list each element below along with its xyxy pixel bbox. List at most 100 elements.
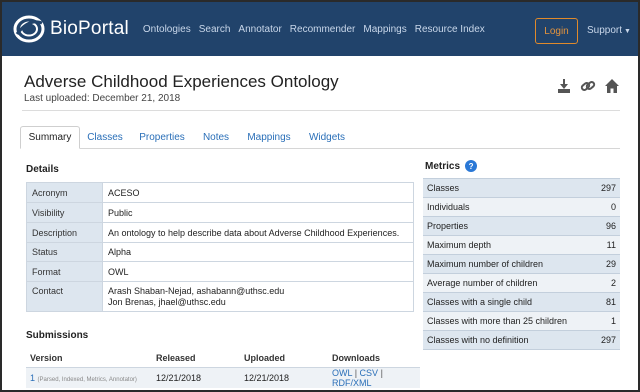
col-header-released: Released	[152, 350, 240, 368]
download-rdfxml-link[interactable]: RDF/XML	[332, 378, 372, 388]
nav-link-search[interactable]: Search	[199, 24, 231, 35]
metric-value: 81	[593, 292, 620, 312]
details-row: Acronym ACESO	[26, 182, 414, 203]
metrics-row: Classes with a single child 81	[423, 292, 620, 312]
details-key: Status	[26, 242, 103, 262]
top-navbar: BioPortal Ontologies Search Annotator Re…	[2, 2, 638, 56]
ontology-tabs: Summary Classes Properties Notes Mapping…	[20, 126, 620, 149]
metric-value: 11	[593, 235, 620, 255]
metric-label: Classes with no definition	[423, 330, 594, 350]
title-divider	[22, 110, 620, 111]
submissions-heading: Submissions	[26, 330, 89, 341]
details-value: Alpha	[102, 242, 414, 262]
details-key: Contact	[26, 281, 103, 312]
metrics-row: Classes with no definition 297	[423, 330, 620, 350]
brand-logo[interactable]: BioPortal	[12, 14, 129, 44]
download-owl-link[interactable]: OWL	[332, 368, 352, 378]
metrics-table: Classes 297 Individuals 0 Properties 96 Max…	[423, 178, 620, 350]
brand-name: BioPortal	[50, 18, 129, 39]
metrics-row: Individuals 0	[423, 197, 620, 217]
metric-value: 297	[593, 330, 620, 350]
tab-notes[interactable]: Notes	[198, 126, 234, 149]
metric-label: Classes with more than 25 children	[423, 311, 594, 331]
support-menu[interactable]: Support ▼	[587, 25, 631, 36]
nav-links: Ontologies Search Annotator Recommender …	[143, 24, 493, 35]
bioportal-logo-icon	[13, 15, 45, 43]
page-title: Adverse Childhood Experiences Ontology	[24, 72, 339, 91]
metric-value: 1	[593, 311, 620, 331]
metric-label: Classes with a single child	[423, 292, 594, 312]
details-key: Description	[26, 222, 103, 243]
metric-value: 297	[593, 178, 620, 198]
details-row: Contact Arash Shaban-Nejad, ashabann@uth…	[26, 281, 414, 312]
metric-label: Properties	[423, 216, 594, 236]
download-icon[interactable]	[556, 78, 572, 94]
metrics-heading: Metrics ?	[425, 160, 478, 172]
metric-label: Individuals	[423, 197, 594, 217]
details-value: OWL	[102, 261, 414, 282]
metric-label: Maximum depth	[423, 235, 594, 255]
details-row: Format OWL	[26, 261, 414, 282]
nav-link-annotator[interactable]: Annotator	[238, 24, 281, 35]
details-key: Format	[26, 261, 103, 282]
version-link[interactable]: 1	[30, 373, 35, 383]
support-label: Support	[587, 25, 623, 36]
metrics-row: Classes with more than 25 children 1	[423, 311, 620, 331]
col-header-downloads: Downloads	[328, 350, 420, 368]
metric-label: Average number of children	[423, 273, 594, 293]
home-icon[interactable]	[604, 78, 620, 94]
details-heading: Details	[26, 164, 59, 175]
submission-released: 12/21/2018	[152, 367, 240, 388]
download-csv-link[interactable]: CSV	[360, 368, 379, 378]
metrics-row: Average number of children 2	[423, 273, 620, 293]
tab-classes[interactable]: Classes	[84, 126, 126, 149]
nav-link-mappings[interactable]: Mappings	[363, 24, 406, 35]
metric-label: Maximum number of children	[423, 254, 594, 274]
details-key: Visibility	[26, 202, 103, 223]
details-row: Visibility Public	[26, 202, 414, 223]
metric-value: 2	[593, 273, 620, 293]
details-value: An ontology to help describe data about …	[102, 222, 414, 243]
details-value: ACESO	[102, 182, 414, 203]
header-actions	[556, 78, 628, 94]
nav-link-ontologies[interactable]: Ontologies	[143, 24, 191, 35]
login-button[interactable]: Login	[535, 18, 578, 44]
last-uploaded: Last uploaded: December 21, 2018	[24, 93, 181, 104]
col-header-uploaded: Uploaded	[240, 350, 328, 368]
tab-properties[interactable]: Properties	[136, 126, 188, 149]
details-row: Description An ontology to help describe…	[26, 222, 414, 243]
submission-downloads: OWL | CSV | RDF/XML	[328, 367, 420, 388]
link-icon[interactable]	[580, 78, 596, 94]
help-icon[interactable]: ?	[465, 160, 478, 172]
nav-link-recommender[interactable]: Recommender	[290, 24, 356, 35]
metric-value: 96	[593, 216, 620, 236]
nav-link-resource-index[interactable]: Resource Index	[415, 24, 485, 35]
metric-label: Classes	[423, 178, 594, 198]
metrics-row: Maximum number of children 29	[423, 254, 620, 274]
table-row: 1 (Parsed, Indexed, Metrics, Annotator) …	[26, 367, 420, 388]
metrics-row: Properties 96	[423, 216, 620, 236]
details-row: Status Alpha	[26, 242, 414, 262]
bioportal-window: BioPortal Ontologies Search Annotator Re…	[0, 0, 640, 392]
tab-summary[interactable]: Summary	[20, 126, 80, 149]
metric-value: 29	[593, 254, 620, 274]
tab-mappings[interactable]: Mappings	[242, 126, 296, 149]
submission-uploaded: 12/21/2018	[240, 367, 328, 388]
separator: |	[354, 367, 358, 378]
details-key: Acronym	[26, 182, 103, 203]
tab-widgets[interactable]: Widgets	[304, 126, 350, 149]
details-value: Arash Shaban-Nejad, ashabann@uthsc.edu J…	[102, 281, 414, 312]
submissions-table: Version Released Uploaded Downloads 1 (P…	[26, 350, 420, 388]
contact-line: Jon Brenas, jhael@uthsc.edu	[108, 296, 226, 307]
col-header-version: Version	[26, 350, 152, 368]
submission-version: 1 (Parsed, Indexed, Metrics, Annotator)	[26, 367, 152, 388]
metrics-row: Classes 297	[423, 178, 620, 198]
details-value: Public	[102, 202, 414, 223]
chevron-down-icon: ▼	[624, 28, 631, 35]
metrics-heading-label: Metrics	[425, 160, 461, 172]
metric-value: 0	[593, 197, 620, 217]
metrics-row: Maximum depth 11	[423, 235, 620, 255]
submission-status: (Parsed, Indexed, Metrics, Annotator)	[37, 376, 137, 383]
submissions-header-row: Version Released Uploaded Downloads	[26, 350, 420, 368]
separator: |	[380, 367, 383, 378]
